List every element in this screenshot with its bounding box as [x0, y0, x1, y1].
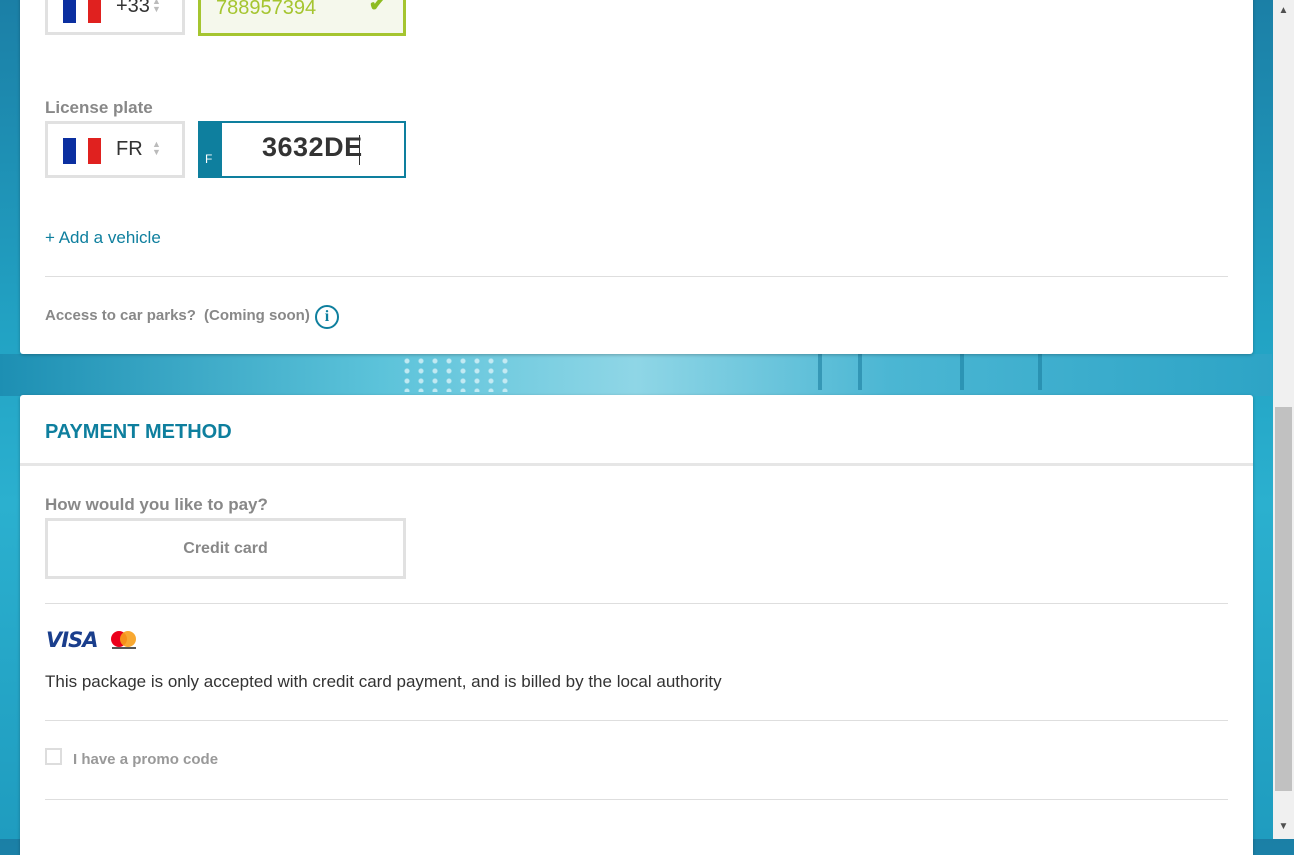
- car-parks-coming-soon: (Coming soon): [204, 307, 310, 324]
- eu-badge: F: [200, 123, 222, 176]
- plate-country-select[interactable]: FR ▲ ▼: [45, 121, 185, 178]
- visa-logo-icon: VISA: [46, 628, 98, 652]
- background-banner: [0, 354, 1272, 396]
- background-bar: [818, 354, 822, 390]
- divider: [45, 276, 1228, 277]
- france-flag-icon: [63, 138, 102, 164]
- phone-country-code: +33: [116, 0, 150, 17]
- payment-question: How would you like to pay?: [45, 495, 268, 514]
- scroll-up-icon[interactable]: ▲: [1273, 2, 1294, 19]
- background-bar: [960, 354, 964, 390]
- eu-badge-letter: F: [205, 152, 213, 166]
- license-plate-value: 3632DE: [262, 132, 363, 162]
- check-icon: ✔: [368, 0, 387, 16]
- phone-country-select[interactable]: +33 ▲ ▼: [45, 0, 185, 35]
- select-arrows-icon: ▲ ▼: [152, 0, 161, 14]
- credit-card-option-button[interactable]: Credit card: [45, 518, 406, 579]
- license-plate-input[interactable]: F 3632DE: [198, 121, 406, 178]
- divider: [45, 720, 1228, 721]
- plate-country-code: FR: [116, 138, 143, 160]
- background-pattern: [400, 356, 510, 392]
- divider: [45, 799, 1228, 800]
- text-caret: [359, 135, 360, 165]
- france-flag-icon: [63, 0, 102, 23]
- promo-code-checkbox[interactable]: [45, 748, 62, 765]
- page-scrollbar[interactable]: ▲ ▼: [1273, 0, 1294, 839]
- scrollbar-thumb[interactable]: [1275, 407, 1292, 791]
- car-parks-question: Access to car parks?: [45, 307, 196, 324]
- select-arrows-icon: ▲ ▼: [152, 139, 161, 157]
- phone-number-value: 788957394: [216, 0, 317, 19]
- promo-code-label[interactable]: I have a promo code: [73, 751, 218, 768]
- payment-method-title: PAYMENT METHOD: [45, 421, 232, 443]
- visa-logo-text: VISA: [46, 628, 98, 652]
- info-icon[interactable]: i: [315, 305, 339, 329]
- payment-note: This package is only accepted with credi…: [45, 672, 722, 691]
- divider: [45, 603, 1228, 604]
- scroll-down-icon[interactable]: ▼: [1273, 818, 1294, 835]
- section-divider: [20, 463, 1253, 466]
- license-plate-label: License plate: [45, 98, 153, 117]
- add-vehicle-link[interactable]: + Add a vehicle: [45, 228, 161, 248]
- background-bar: [1038, 354, 1042, 390]
- mastercard-logo-icon: [111, 631, 137, 651]
- background-bar: [858, 354, 862, 390]
- phone-number-input[interactable]: 788957394 ✔: [198, 0, 406, 36]
